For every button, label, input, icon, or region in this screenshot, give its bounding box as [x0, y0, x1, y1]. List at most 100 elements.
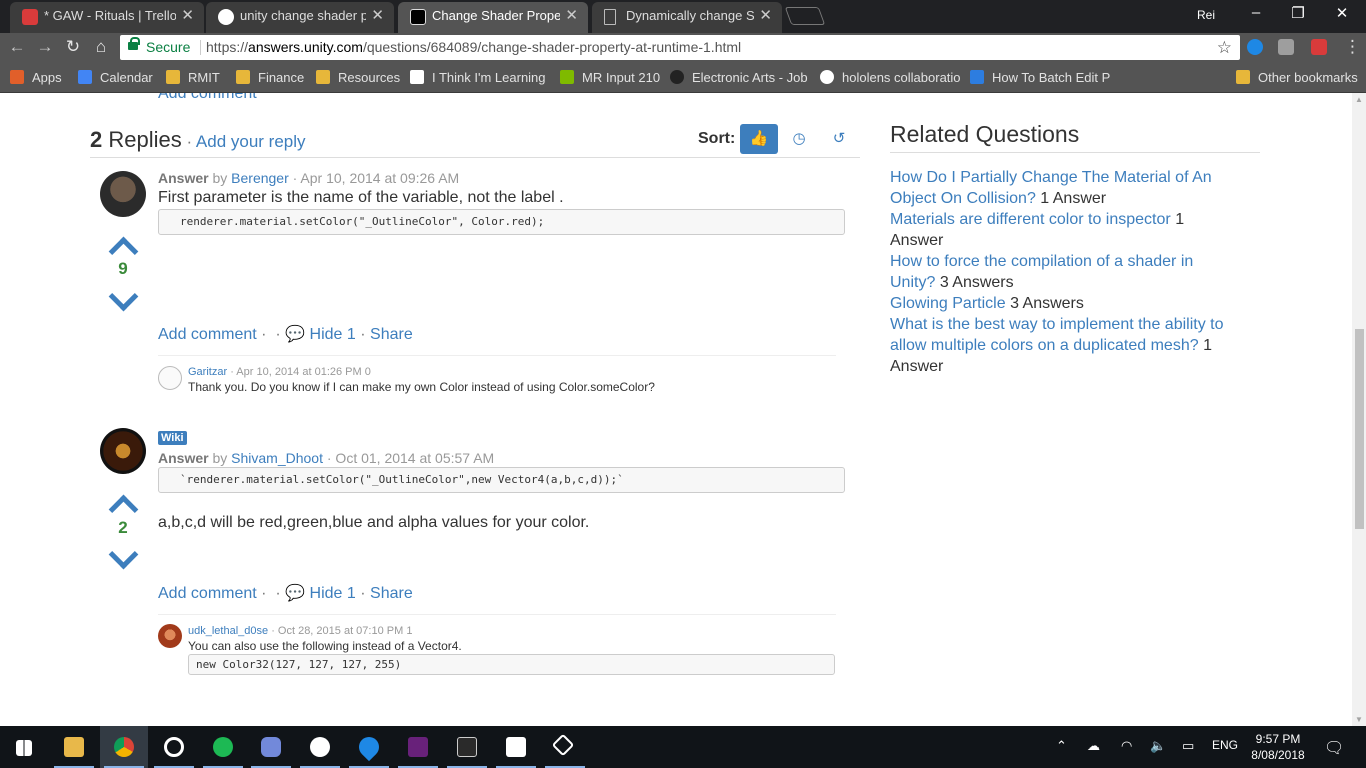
- page-content: Add comment 2 Replies · Add your reply S…: [0, 93, 1352, 726]
- battery-icon[interactable]: ▭: [1182, 738, 1194, 754]
- answer-author-link[interactable]: Berenger: [231, 170, 289, 186]
- taskbar-unity-hub[interactable]: [492, 726, 540, 768]
- vote-up-icon[interactable]: [108, 236, 138, 256]
- bookmark-rmit[interactable]: RMIT: [166, 70, 220, 85]
- avatar[interactable]: [100, 428, 146, 474]
- scroll-up-icon[interactable]: ▲: [1352, 95, 1366, 104]
- back-arrow-icon[interactable]: ←: [6, 37, 28, 57]
- bookmark-calendar[interactable]: Calendar: [78, 70, 153, 85]
- list-item: Materials are different color to inspect…: [890, 211, 1185, 249]
- extension-globe-icon[interactable]: [1247, 39, 1263, 55]
- share-link[interactable]: Share: [370, 326, 413, 343]
- bookmark-batch-edit[interactable]: How To Batch Edit P: [970, 70, 1110, 85]
- notifications-icon[interactable]: 🗨: [1324, 738, 1344, 758]
- language-indicator[interactable]: ENG: [1212, 738, 1238, 752]
- profile-name[interactable]: Rei: [1197, 8, 1215, 22]
- vote-up-icon[interactable]: [108, 494, 138, 514]
- comment-icon[interactable]: 💬: [285, 326, 305, 343]
- taskbar-maps[interactable]: [345, 726, 393, 768]
- bookmark-finance[interactable]: Finance: [236, 70, 304, 85]
- bookmark-apps[interactable]: Apps: [10, 70, 62, 85]
- related-question-link[interactable]: Materials are different color to inspect…: [890, 211, 1171, 228]
- add-comment-link[interactable]: Add comment: [158, 326, 257, 343]
- taskbar-visual-studio[interactable]: [394, 726, 442, 768]
- related-question-link[interactable]: Unity?: [890, 274, 935, 291]
- tab-trello[interactable]: * GAW - Rituals | Trello ✕: [10, 2, 204, 33]
- close-icon[interactable]: ✕: [181, 2, 194, 30]
- related-question-link[interactable]: Glowing Particle: [890, 295, 1006, 312]
- avatar[interactable]: [158, 624, 182, 648]
- notification-icon[interactable]: [1311, 39, 1327, 55]
- sort-newest-clock-icon[interactable]: ◷: [780, 124, 818, 154]
- scrollbar-thumb[interactable]: [1355, 329, 1364, 529]
- taskbar-obs[interactable]: [150, 726, 198, 768]
- taskbar-discord[interactable]: [247, 726, 295, 768]
- avatar[interactable]: [100, 171, 146, 217]
- related-question-link[interactable]: How Do I Partially Change The Material o…: [890, 169, 1212, 186]
- bookmark-star-icon[interactable]: ☆: [1217, 35, 1232, 60]
- comment-text: You can also use the following instead o…: [188, 639, 462, 653]
- forward-arrow-icon[interactable]: →: [34, 37, 56, 57]
- related-question-link[interactable]: What is the best way to implement the ab…: [890, 316, 1223, 333]
- related-question-link[interactable]: allow multiple colors on a duplicated me…: [890, 337, 1199, 354]
- scroll-down-icon[interactable]: ▼: [1352, 715, 1366, 724]
- tab-dynamically-change[interactable]: Dynamically change Shad ✕: [592, 2, 782, 33]
- map-pin-icon: [354, 732, 384, 762]
- taskbar-epic-games[interactable]: [443, 726, 491, 768]
- start-button[interactable]: [0, 726, 48, 768]
- wifi-icon[interactable]: ◠: [1121, 738, 1132, 754]
- maximize-button[interactable]: ❐: [1276, 4, 1320, 22]
- add-comment-link[interactable]: Add comment: [158, 585, 257, 602]
- bookmark-mr-input[interactable]: MR Input 210: [560, 70, 660, 85]
- taskbar-spotify[interactable]: [199, 726, 247, 768]
- close-icon[interactable]: ✕: [759, 2, 772, 30]
- calendar-icon: [78, 70, 92, 84]
- home-icon[interactable]: ⌂: [90, 37, 112, 57]
- cloud-upload-icon[interactable]: ☁: [1087, 738, 1100, 754]
- new-tab-button[interactable]: [784, 7, 826, 25]
- taskbar-file-explorer[interactable]: [50, 726, 98, 768]
- related-question-link[interactable]: How to force the compilation of a shader…: [890, 253, 1193, 270]
- add-your-reply-link[interactable]: Add your reply: [196, 132, 306, 151]
- minimize-button[interactable]: –: [1234, 4, 1278, 21]
- answer-author-link[interactable]: Shivam_Dhoot: [231, 450, 323, 466]
- taskbar-slack[interactable]: [296, 726, 344, 768]
- vote-down-icon[interactable]: [108, 292, 138, 312]
- chevron-up-icon[interactable]: ⌃: [1056, 738, 1067, 754]
- bookmark-learning[interactable]: I Think I'm Learning: [410, 70, 546, 85]
- comment-icon[interactable]: 💬: [285, 585, 305, 602]
- other-bookmarks[interactable]: Other bookmarks: [1236, 70, 1358, 85]
- hide-comments-link[interactable]: Hide 1: [310, 585, 356, 602]
- tab-google-search[interactable]: unity change shader prop ✕: [206, 2, 394, 33]
- taskbar-unity[interactable]: [541, 726, 589, 768]
- bookmark-hololens[interactable]: hololens collaboratio: [820, 70, 961, 85]
- comment-author-link[interactable]: udk_lethal_d0se: [188, 625, 268, 637]
- browser-tab-strip: * GAW - Rituals | Trello ✕ unity change …: [0, 0, 1366, 33]
- address-bar[interactable]: Secure https://answers.unity.com/questio…: [120, 35, 1240, 60]
- related-question-link[interactable]: Object On Collision?: [890, 190, 1036, 207]
- tab-change-shader-property[interactable]: Change Shader Property ✕: [398, 2, 588, 33]
- microsoft-icon: [560, 70, 574, 84]
- page-scrollbar[interactable]: ▲ ▼: [1352, 93, 1366, 726]
- sort-oldest-history-icon[interactable]: ↺: [820, 124, 858, 154]
- bookmark-resources[interactable]: Resources: [316, 70, 400, 85]
- window-close-button[interactable]: ✕: [1320, 4, 1364, 22]
- hide-comments-link[interactable]: Hide 1: [310, 326, 356, 343]
- default-avatar-icon[interactable]: [158, 366, 182, 390]
- sort-votes-thumbs-up-icon[interactable]: 👍: [740, 124, 778, 154]
- mail-icon[interactable]: [1278, 39, 1294, 55]
- share-link[interactable]: Share: [370, 585, 413, 602]
- close-icon[interactable]: ✕: [371, 2, 384, 30]
- close-icon[interactable]: ✕: [565, 2, 578, 30]
- volume-icon[interactable]: 🔈: [1150, 738, 1166, 754]
- reload-icon[interactable]: ↻: [62, 37, 84, 57]
- url-text[interactable]: https://answers.unity.com/questions/6840…: [206, 35, 741, 60]
- add-comment-link[interactable]: Add comment: [158, 93, 257, 103]
- chrome-menu-icon[interactable]: ⋮: [1344, 37, 1361, 57]
- taskbar-chrome[interactable]: [100, 726, 148, 768]
- system-clock[interactable]: 9:57 PM 8/08/2018: [1248, 731, 1308, 763]
- bookmark-ea-jobs[interactable]: Electronic Arts - Job: [670, 70, 808, 85]
- secure-label: Secure: [146, 39, 191, 55]
- comment-author-link[interactable]: Garitzar: [188, 366, 227, 378]
- vote-down-icon[interactable]: [108, 550, 138, 570]
